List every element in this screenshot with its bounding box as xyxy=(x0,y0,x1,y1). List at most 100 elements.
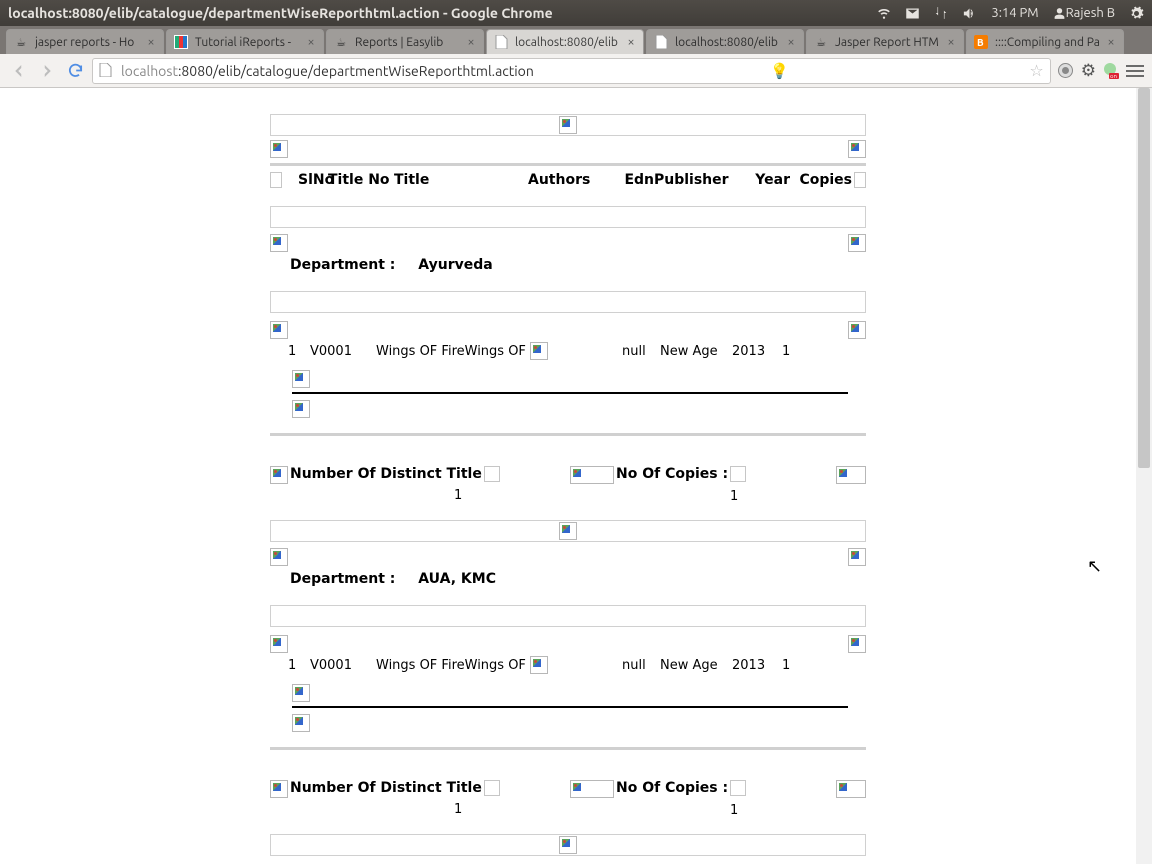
svg-text:on: on xyxy=(1110,73,1117,80)
table-row: 1 V0001 Wings OF FireWings OF null New A… xyxy=(270,654,866,674)
department-line: Department : AUA, KMC xyxy=(270,567,866,587)
close-icon[interactable] xyxy=(785,36,797,48)
divider xyxy=(270,433,866,436)
sub-line xyxy=(292,370,848,394)
broken-image-icon xyxy=(292,684,310,702)
chrome-menu-icon[interactable] xyxy=(1126,65,1144,77)
divider xyxy=(270,747,866,750)
report-header-box xyxy=(270,834,866,856)
close-icon[interactable] xyxy=(625,36,637,48)
close-icon[interactable] xyxy=(465,36,477,48)
extension-icon[interactable] xyxy=(1057,62,1075,80)
broken-image-icon xyxy=(530,342,548,360)
broken-image-icon xyxy=(270,466,288,484)
scrollbar-thumb[interactable] xyxy=(1138,88,1150,468)
tab-jasper-html[interactable]: ☕Jasper Report HTM xyxy=(806,29,964,54)
distinct-title-label: Number Of Distinct Title xyxy=(290,780,482,796)
settings-icon[interactable]: ⚙ xyxy=(1081,61,1096,81)
section-footer: Number Of Distinct Title No Of Copies : xyxy=(270,466,866,484)
volume-icon[interactable] xyxy=(962,6,977,21)
section-footer: Number Of Distinct Title No Of Copies : xyxy=(270,780,866,798)
broken-image-icon xyxy=(570,780,614,798)
svg-text:B: B xyxy=(977,37,984,48)
broken-image-icon xyxy=(530,656,548,674)
close-icon[interactable] xyxy=(1105,36,1117,48)
broken-image-icon xyxy=(559,836,577,854)
col-publisher: Publisher xyxy=(654,172,730,188)
page-content[interactable]: SlNo Title No Title Authors Edn Publishe… xyxy=(0,88,1136,864)
tab-localhost-active[interactable]: localhost:8080/elib xyxy=(486,29,644,54)
col-edn: Edn xyxy=(614,172,654,188)
close-icon[interactable] xyxy=(305,36,317,48)
row-bar xyxy=(270,291,866,313)
tab-localhost-2[interactable]: localhost:8080/elib xyxy=(646,29,804,54)
address-bar[interactable]: localhost:8080/elib/catalogue/department… xyxy=(92,58,1051,84)
sub-line xyxy=(292,400,866,419)
forward-button[interactable] xyxy=(36,60,58,82)
page-icon xyxy=(493,34,509,50)
section-bar xyxy=(270,206,866,228)
copies-value: 1 xyxy=(730,803,866,818)
page-icon xyxy=(653,34,669,50)
cell-year: 2013 xyxy=(732,658,782,673)
broken-image-icon xyxy=(836,780,866,798)
dept-icon-row xyxy=(270,234,866,253)
cell-copies: 1 xyxy=(782,344,812,359)
network-icon[interactable] xyxy=(934,6,948,20)
user-menu[interactable]: Rajesh B xyxy=(1053,6,1115,20)
department-value: AUA, KMC xyxy=(418,571,496,587)
back-button[interactable] xyxy=(8,60,30,82)
tab-tutorial-ireports[interactable]: Tutorial iReports - xyxy=(166,29,324,54)
department-value: Ayurveda xyxy=(418,257,492,273)
vertical-scrollbar[interactable] xyxy=(1136,88,1152,864)
gear-icon[interactable] xyxy=(1129,6,1144,21)
reload-button[interactable] xyxy=(64,60,86,82)
cell-title: Wings OF FireWings OF xyxy=(376,658,526,673)
col-authors: Authors xyxy=(528,172,614,188)
broken-image-icon xyxy=(292,370,310,388)
system-tray: 3:14 PM Rajesh B xyxy=(877,6,1144,21)
col-year: Year xyxy=(730,172,790,188)
broken-image-icon xyxy=(270,321,288,339)
report-header-box xyxy=(270,114,866,136)
broken-image-icon xyxy=(292,714,310,732)
bookmark-icon[interactable]: ☆ xyxy=(1029,61,1043,80)
cell-edn: null xyxy=(622,658,660,673)
cell-slno: 1 xyxy=(270,658,310,673)
broken-image-icon xyxy=(848,635,866,653)
broken-image-icon xyxy=(848,548,866,566)
column-header-row: SlNo Title No Title Authors Edn Publishe… xyxy=(270,172,866,188)
cell-copies: 1 xyxy=(782,658,812,673)
wifi-icon[interactable] xyxy=(877,6,891,20)
col-titleno: Title No xyxy=(328,172,394,188)
broken-image-icon xyxy=(836,466,866,484)
bulb-icon[interactable]: 💡 xyxy=(770,62,789,80)
clock[interactable]: 3:14 PM xyxy=(991,6,1038,20)
report: SlNo Title No Title Authors Edn Publishe… xyxy=(270,114,866,856)
data-row-icons xyxy=(270,321,866,340)
sub-line xyxy=(292,684,848,708)
tab-jasper-reports[interactable]: ☕jasper reports - Ho xyxy=(6,29,164,54)
data-row-icons xyxy=(270,635,866,654)
tab-compiling[interactable]: B::::Compiling and Pa xyxy=(966,29,1124,54)
java-icon: ☕ xyxy=(333,34,349,50)
sub-line xyxy=(292,714,866,733)
col-slno: SlNo xyxy=(284,172,328,188)
close-icon[interactable] xyxy=(945,36,957,48)
broken-image-icon xyxy=(270,635,288,653)
department-line: Department : Ayurveda xyxy=(270,253,866,273)
blogger-icon: B xyxy=(973,34,989,50)
broken-image-icon xyxy=(848,321,866,339)
extension-on-icon[interactable]: on xyxy=(1102,62,1120,80)
broken-image-icon xyxy=(570,466,614,484)
close-icon[interactable] xyxy=(145,36,157,48)
checkbox-placeholder xyxy=(270,172,282,188)
copies-label: No Of Copies : xyxy=(616,466,728,482)
mail-icon[interactable] xyxy=(905,6,920,21)
cell-publisher: New Age xyxy=(660,658,732,673)
tab-reports-easylib[interactable]: ☕Reports | Easylib xyxy=(326,29,484,54)
ireport-icon xyxy=(173,34,189,50)
box-placeholder xyxy=(484,466,500,482)
checkbox-placeholder xyxy=(854,172,866,188)
report-header-box xyxy=(270,520,866,542)
